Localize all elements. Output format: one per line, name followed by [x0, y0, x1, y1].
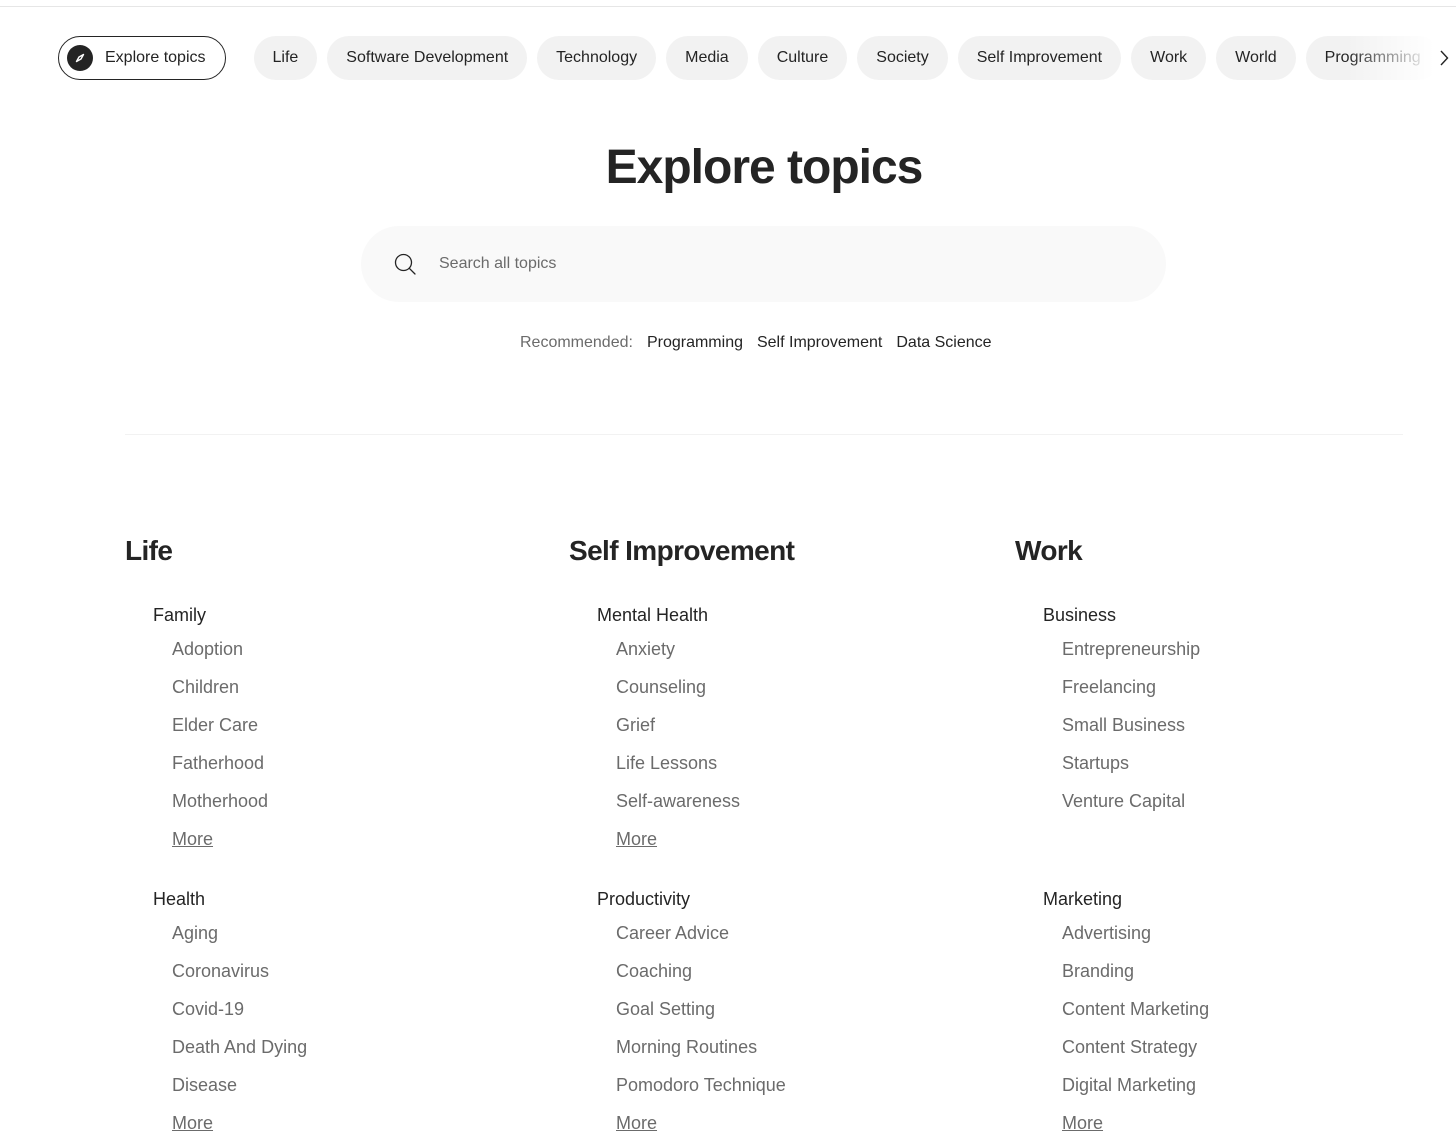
group-title[interactable]: Health — [153, 887, 307, 911]
chip-label: Self Improvement — [976, 49, 1103, 66]
chip-self-improvement[interactable]: Self Improvement — [957, 36, 1122, 80]
chip-label: Culture — [776, 49, 829, 66]
topic-link[interactable]: Adoption — [172, 630, 268, 668]
topic-link[interactable]: Grief — [616, 706, 740, 744]
topic-chip-bar: Explore topics Life Software Development… — [58, 35, 1456, 81]
topic-link[interactable]: Death And Dying — [172, 1028, 307, 1066]
page-title: Explore topics — [605, 141, 924, 194]
topic-link[interactable]: Entrepreneurship — [1062, 630, 1200, 668]
chip-culture[interactable]: Culture — [757, 36, 848, 80]
topic-link[interactable]: Fatherhood — [172, 744, 268, 782]
search-icon — [393, 252, 417, 276]
more-link[interactable]: More — [1062, 1104, 1209, 1142]
group-title[interactable]: Marketing — [1043, 887, 1209, 911]
top-border — [0, 6, 1456, 7]
chip-life[interactable]: Life — [253, 36, 318, 80]
more-link[interactable]: More — [172, 820, 268, 858]
section-divider — [125, 434, 1403, 435]
chip-label: Society — [876, 49, 929, 66]
topic-column-self-improvement: Self Improvement Mental Health Anxiety C… — [569, 533, 989, 1133]
topic-link[interactable]: Content Marketing — [1062, 990, 1209, 1028]
more-link[interactable]: More — [616, 1104, 786, 1142]
more-link[interactable]: More — [616, 820, 740, 858]
topic-list: Career Advice Coaching Goal Setting Morn… — [597, 914, 786, 1142]
search-bar[interactable] — [361, 226, 1166, 302]
chip-media[interactable]: Media — [666, 36, 748, 80]
chip-label: Media — [685, 49, 729, 66]
topic-list: Adoption Children Elder Care Fatherhood … — [153, 630, 268, 858]
topic-link[interactable]: Children — [172, 668, 268, 706]
chip-programming[interactable]: Programming — [1305, 36, 1440, 80]
topic-link[interactable]: Small Business — [1062, 706, 1200, 744]
group-title[interactable]: Business — [1043, 603, 1200, 627]
topic-link[interactable]: Branding — [1062, 952, 1209, 990]
recommended-link-self-improvement[interactable]: Self Improvement — [757, 334, 882, 352]
topic-group-productivity: Productivity Career Advice Coaching Goal… — [597, 887, 786, 1142]
column-title[interactable]: Self Improvement — [569, 533, 989, 569]
compass-icon — [67, 45, 93, 71]
recommended-link-data-science[interactable]: Data Science — [896, 334, 991, 352]
topic-link[interactable]: Counseling — [616, 668, 740, 706]
topic-link[interactable]: Coaching — [616, 952, 786, 990]
chip-software-development[interactable]: Software Development — [327, 36, 528, 80]
group-title[interactable]: Productivity — [597, 887, 786, 911]
chip-world[interactable]: World — [1216, 36, 1296, 80]
chip-work[interactable]: Work — [1131, 36, 1207, 80]
topic-link[interactable]: Freelancing — [1062, 668, 1200, 706]
topic-link[interactable]: Coronavirus — [172, 952, 307, 990]
column-title[interactable]: Life — [125, 533, 545, 569]
topic-link[interactable]: Self-awareness — [616, 782, 740, 820]
topic-link[interactable]: Aging — [172, 914, 307, 952]
topic-link[interactable]: Morning Routines — [616, 1028, 786, 1066]
topic-link[interactable]: Digital Marketing — [1062, 1066, 1209, 1104]
chevron-right-icon[interactable] — [1434, 45, 1454, 71]
topic-group-family: Family Adoption Children Elder Care Fath… — [153, 603, 268, 858]
search-input[interactable] — [437, 254, 1121, 274]
topic-group-mental-health: Mental Health Anxiety Counseling Grief L… — [597, 603, 740, 858]
topic-group-health: Health Aging Coronavirus Covid-19 Death … — [153, 887, 307, 1142]
chip-label: Work — [1150, 49, 1188, 66]
topic-link[interactable]: Anxiety — [616, 630, 740, 668]
group-title[interactable]: Family — [153, 603, 268, 627]
topic-link[interactable]: Content Strategy — [1062, 1028, 1209, 1066]
topic-link[interactable]: Goal Setting — [616, 990, 786, 1028]
topic-column-work: Work Business Entrepreneurship Freelanci… — [1015, 533, 1435, 1133]
more-link[interactable]: More — [172, 1104, 307, 1142]
topic-list: Entrepreneurship Freelancing Small Busin… — [1043, 630, 1200, 820]
chip-label: Software Development — [346, 49, 509, 66]
topic-link[interactable]: Pomodoro Technique — [616, 1066, 786, 1104]
chip-label: Life — [272, 49, 299, 66]
recommended-label: Recommended: — [520, 334, 633, 351]
chip-label: Programming — [1324, 49, 1421, 66]
chip-technology[interactable]: Technology — [537, 36, 657, 80]
topic-column-life: Life Family Adoption Children Elder Care… — [125, 533, 545, 1133]
chip-label: World — [1235, 49, 1277, 66]
topic-group-business: Business Entrepreneurship Freelancing Sm… — [1043, 603, 1200, 820]
topic-list: Aging Coronavirus Covid-19 Death And Dyi… — [153, 914, 307, 1142]
chip-label: Technology — [556, 49, 638, 66]
topic-link[interactable]: Advertising — [1062, 914, 1209, 952]
topic-link[interactable]: Life Lessons — [616, 744, 740, 782]
topic-group-marketing: Marketing Advertising Branding Content M… — [1043, 887, 1209, 1142]
topic-link[interactable]: Career Advice — [616, 914, 786, 952]
topic-link[interactable]: Startups — [1062, 744, 1200, 782]
group-title[interactable]: Mental Health — [597, 603, 740, 627]
explore-topics-chip-label: Explore topics — [105, 49, 206, 66]
recommended-link-programming[interactable]: Programming — [647, 334, 743, 352]
topic-link[interactable]: Covid-19 — [172, 990, 307, 1028]
topic-link[interactable]: Elder Care — [172, 706, 268, 744]
topic-list: Advertising Branding Content Marketing C… — [1043, 914, 1209, 1142]
column-title[interactable]: Work — [1015, 533, 1435, 569]
explore-topics-chip[interactable]: Explore topics — [58, 36, 226, 80]
recommended-row: Recommended: Programming Self Improvemen… — [520, 334, 1006, 352]
topic-link[interactable]: Motherhood — [172, 782, 268, 820]
chip-society[interactable]: Society — [857, 36, 948, 80]
topic-list: Anxiety Counseling Grief Life Lessons Se… — [597, 630, 740, 858]
topic-link[interactable]: Disease — [172, 1066, 307, 1104]
topic-link[interactable]: Venture Capital — [1062, 782, 1200, 820]
